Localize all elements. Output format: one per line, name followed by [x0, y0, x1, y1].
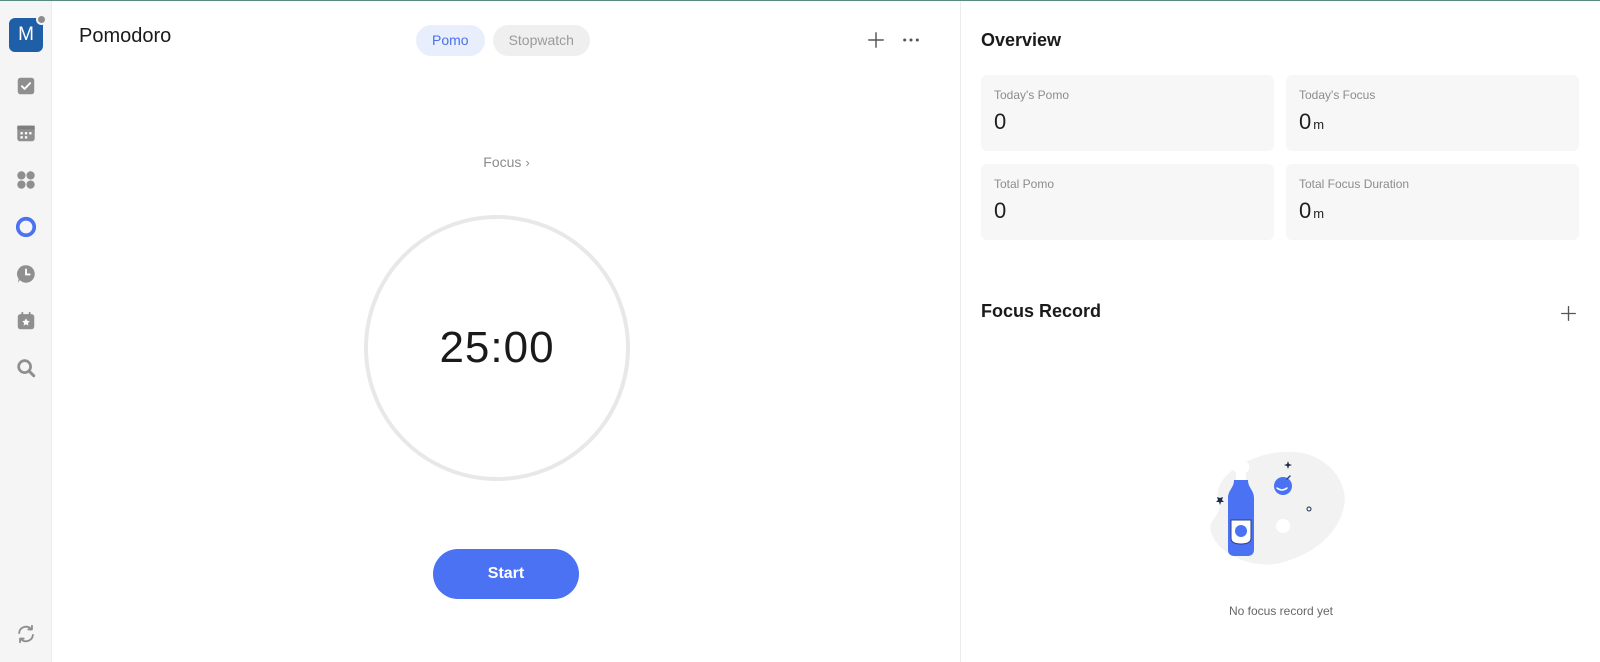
chevron-right-icon: ›: [525, 155, 530, 170]
add-focus-record-icon[interactable]: [1558, 303, 1578, 323]
stat-label: Today's Focus: [1299, 88, 1376, 102]
overview-title: Overview: [981, 30, 1062, 50]
pomodoro-icon[interactable]: [14, 215, 38, 239]
page-title: Pomodoro: [79, 25, 172, 47]
overview-panel: Overview Today's Pomo 0 Today's Focus 0m…: [962, 1, 1600, 662]
empty-record-illustration-icon: [1210, 451, 1345, 565]
stat-value: 0m: [1299, 109, 1325, 134]
stat-unit: m: [1313, 117, 1325, 132]
stat-label: Today's Pomo: [994, 88, 1069, 102]
sidebar: M: [0, 1, 52, 662]
start-button[interactable]: Start: [433, 549, 579, 599]
sync-icon[interactable]: [14, 622, 38, 646]
focus-label: Focus: [483, 154, 522, 170]
search-icon[interactable]: [14, 356, 38, 380]
stat-card-todays-pomo: Today's Pomo 0: [981, 75, 1274, 151]
tab-stopwatch[interactable]: Stopwatch: [492, 25, 590, 56]
stat-card-total-focus-duration: Total Focus Duration 0m: [1286, 164, 1579, 240]
stat-card-todays-focus: Today's Focus 0m: [1286, 75, 1579, 151]
tab-pomo[interactable]: Pomo: [416, 25, 485, 56]
timer-display: 25:00: [439, 323, 555, 372]
notification-dot: [36, 14, 47, 25]
stat-label: Total Pomo: [994, 177, 1055, 191]
calendar-icon[interactable]: [14, 121, 38, 145]
focus-task-selector[interactable]: Focus ›: [52, 154, 961, 170]
stat-value: 0: [994, 198, 1007, 223]
avatar-letter: M: [18, 24, 34, 45]
stat-card-total-pomo: Total Pomo 0: [981, 164, 1274, 240]
mode-tabs: Pomo Stopwatch: [416, 25, 590, 56]
avatar[interactable]: M: [9, 14, 47, 52]
pomodoro-panel: Pomodoro Pomo Stopwatch Focus › 25:00 Sta…: [52, 1, 961, 662]
stat-value: 0: [994, 109, 1007, 134]
timer-ring: 25:00: [364, 215, 630, 481]
matrix-icon[interactable]: [14, 168, 38, 192]
habit-clock-icon[interactable]: [14, 262, 38, 286]
countdown-icon[interactable]: [14, 309, 38, 333]
stat-value: 0m: [1299, 198, 1325, 223]
stat-unit: m: [1313, 206, 1325, 221]
focus-record-title: Focus Record: [981, 301, 1102, 321]
empty-state-text: No focus record yet: [1228, 604, 1334, 618]
more-icon[interactable]: [900, 29, 922, 51]
stat-label: Total Focus Duration: [1299, 177, 1410, 191]
plus-icon[interactable]: [865, 29, 887, 51]
task-check-icon[interactable]: [14, 74, 38, 98]
